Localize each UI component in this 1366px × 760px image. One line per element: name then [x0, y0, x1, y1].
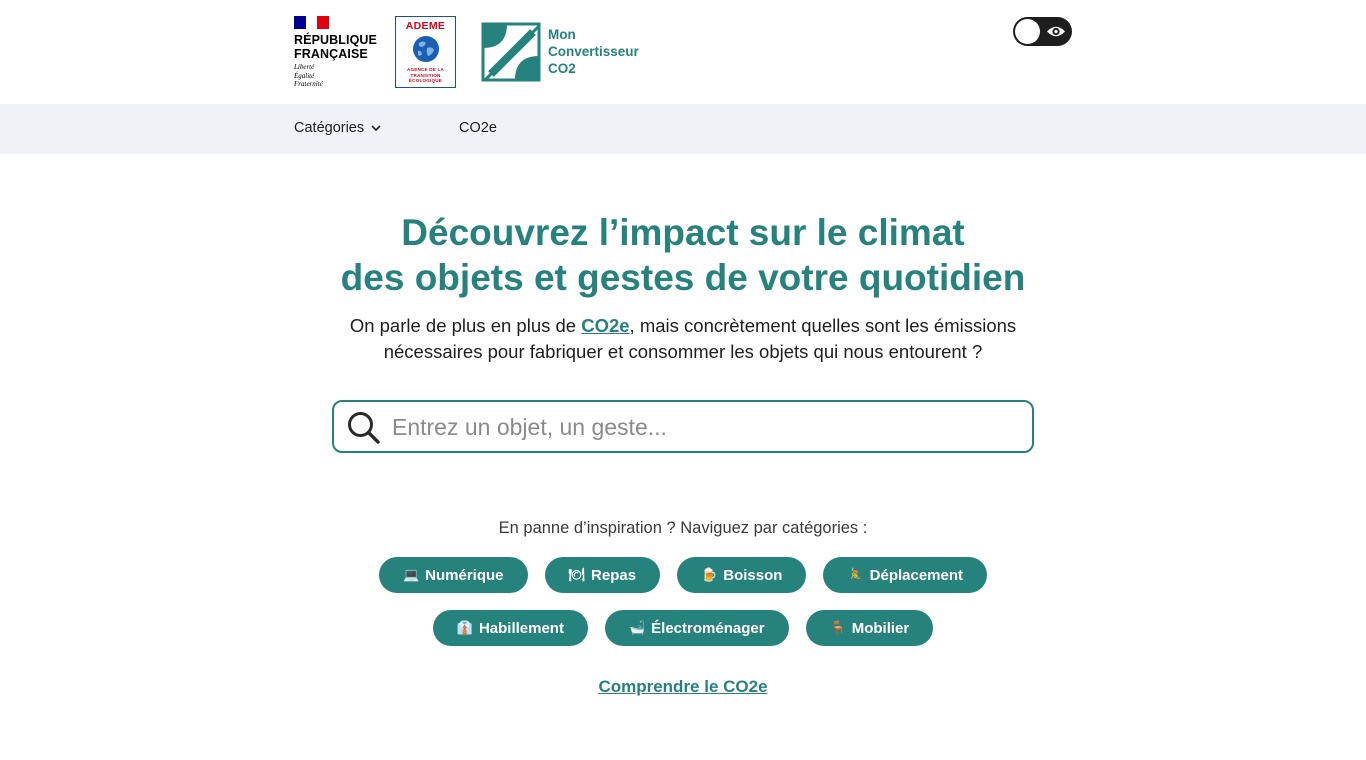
necktie-icon: 👔 — [456, 620, 473, 636]
plate-icon: 🍽 — [568, 567, 586, 583]
chair-icon: 🪑 — [829, 620, 846, 636]
ademe-title: ADEME — [405, 20, 446, 32]
category-chip-repas[interactable]: 🍽 Repas — [544, 557, 661, 593]
eye-icon — [1047, 26, 1065, 37]
understand-co2e-link[interactable]: Comprendre le CO2e — [598, 677, 767, 696]
co2e-inline-link[interactable]: CO2e — [581, 315, 629, 336]
chip-label: Habillement — [478, 619, 564, 637]
display-mode-toggle[interactable] — [1013, 17, 1072, 46]
chip-label: Repas — [591, 566, 637, 584]
search-box — [332, 400, 1034, 453]
french-flag-icon — [294, 16, 330, 29]
site-header: RÉPUBLIQUE FRANÇAISE Liberté Égalité Fra… — [0, 0, 1366, 104]
nav-categories-label: Catégories — [294, 120, 365, 136]
bathtub-icon: 🛁 — [628, 620, 646, 636]
search-input[interactable] — [392, 410, 1012, 444]
search-icon — [348, 412, 380, 444]
category-chip-numerique[interactable]: 💻 Numérique — [378, 557, 528, 593]
nav-co2e-label: CO2e — [459, 120, 497, 136]
chip-label: Déplacement — [869, 566, 964, 584]
toggle-knob — [1015, 19, 1040, 44]
beer-icon: 🍺 — [701, 567, 718, 583]
main-nav: Catégories CO2e — [0, 104, 1366, 154]
understand-co2e-section: Comprendre le CO2e — [0, 677, 1366, 697]
rf-motto: Liberté Égalité Fraternité — [294, 63, 323, 88]
cyclist-icon: 🚴 — [847, 567, 864, 583]
nav-co2e-link[interactable]: CO2e — [459, 120, 497, 136]
chevron-down-icon — [371, 125, 381, 132]
app-name: Mon Convertisseur CO2 — [548, 27, 639, 76]
ademe-logo[interactable]: ADEME AGENCE DE LA TRANSITION ÉCOLOGIQUE — [395, 16, 456, 88]
intro-text: On parle de plus en plus de CO2e, mais c… — [349, 315, 1017, 362]
inspiration-label: En panne d’inspiration ? Naviguez par ca… — [498, 519, 868, 537]
category-chip-mobilier[interactable]: 🪑 Mobilier — [805, 610, 934, 646]
category-chip-deplacement[interactable]: 🚴 Déplacement — [823, 557, 988, 593]
nav-categories-dropdown[interactable]: Catégories — [294, 120, 382, 136]
chip-label: Numérique — [425, 566, 504, 584]
chip-label: Électroménager — [651, 619, 765, 637]
category-chip-boisson[interactable]: 🍺 Boisson — [677, 557, 807, 593]
page-title: Découvrez l’impact sur le climat des obj… — [340, 212, 1026, 298]
ademe-subtitle: AGENCE DE LA TRANSITION ÉCOLOGIQUE — [406, 67, 445, 84]
laptop-icon: 💻 — [402, 567, 420, 583]
mon-convertisseur-co2-logo-icon[interactable] — [481, 22, 541, 82]
category-chips-row-1: 💻 Numérique 🍽 Repas 🍺 Boisson 🚴 Déplacem… — [0, 557, 1366, 593]
chip-label: Mobilier — [851, 619, 910, 637]
rf-name: RÉPUBLIQUE FRANÇAISE — [294, 33, 377, 61]
globe-icon — [413, 36, 439, 62]
chip-label: Boisson — [723, 566, 783, 584]
category-chips-row-2: 👔 Habillement 🛁 Électroménager 🪑 Mobilie… — [0, 610, 1366, 646]
category-chip-electromenager[interactable]: 🛁 Électroménager — [604, 610, 789, 646]
category-chip-habillement[interactable]: 👔 Habillement — [432, 610, 588, 646]
republique-francaise-logo[interactable]: RÉPUBLIQUE FRANÇAISE Liberté Égalité Fra… — [294, 16, 384, 92]
